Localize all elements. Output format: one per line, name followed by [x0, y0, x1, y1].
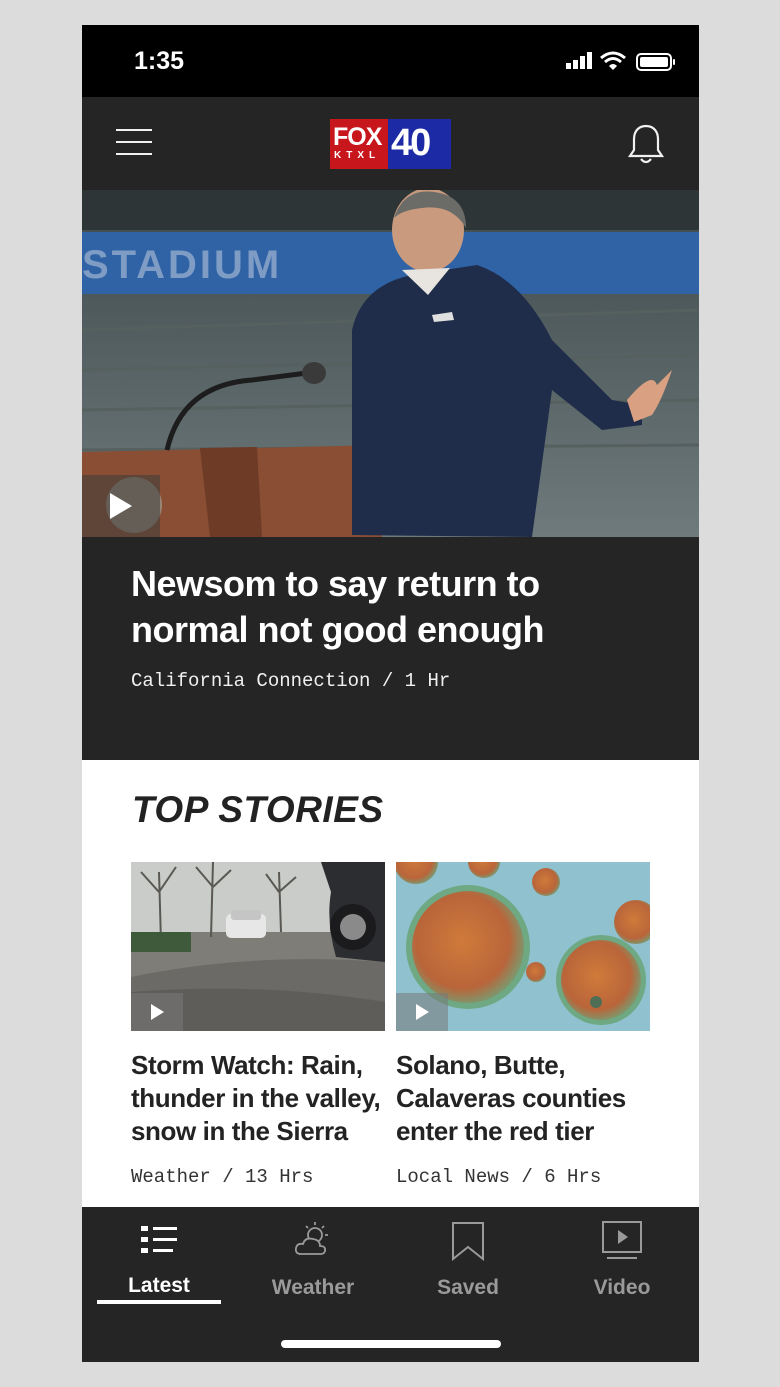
tab-latest[interactable]: Latest [94, 1219, 224, 1309]
svg-text:STADIUM: STADIUM [82, 243, 282, 287]
tab-weather[interactable]: Weather [248, 1219, 378, 1309]
hero-photo: STADIUM [82, 190, 699, 537]
tab-label: Weather [271, 1276, 355, 1299]
tab-saved[interactable]: Saved [403, 1219, 533, 1309]
tab-label: Latest [128, 1274, 190, 1297]
hamburger-menu-icon[interactable] [116, 129, 152, 159]
active-tab-indicator [97, 1300, 221, 1304]
bookmark-icon [452, 1222, 484, 1261]
play-icon [151, 1004, 164, 1020]
logo-callsign: KTXL [334, 150, 381, 161]
hero-image[interactable]: STADIUM [82, 190, 699, 537]
story-title[interactable]: Storm Watch: Rain, thunder in the valley… [131, 1049, 385, 1148]
story-meta: Local News / 6 Hrs [396, 1166, 602, 1188]
story-card-red-tier[interactable]: Solano, Butte, Calaveras counties enter … [396, 862, 650, 1188]
story-thumbnail [396, 862, 650, 1031]
story-title[interactable]: Solano, Butte, Calaveras counties enter … [396, 1049, 650, 1148]
fox40-logo[interactable]: FOX KTXL 40 [330, 119, 451, 169]
tab-label: Saved [437, 1276, 499, 1299]
story-play-button[interactable] [396, 993, 448, 1031]
logo-fox-block: FOX KTXL [330, 119, 388, 169]
home-indicator[interactable] [281, 1340, 501, 1348]
tab-video[interactable]: Video [557, 1219, 687, 1309]
hero-meta: California Connection / 1 Hr [131, 670, 451, 692]
phone-screen: 1:35 FOX KTXL 40 STADIUM Newsom to say r… [82, 25, 699, 1362]
status-bar: 1:35 [82, 25, 699, 97]
app-header: FOX KTXL 40 [82, 97, 699, 190]
logo-fox-text: FOX [333, 123, 382, 151]
notification-bell-icon[interactable] [628, 123, 664, 165]
list-icon [141, 1226, 177, 1253]
wifi-icon [600, 51, 626, 70]
hero-story: Newsom to say return to normal not good … [82, 537, 699, 760]
tab-label: Video [593, 1276, 651, 1299]
play-icon [110, 493, 132, 519]
status-time: 1:35 [134, 47, 185, 75]
bottom-tab-bar: Latest Weather Saved Video [82, 1207, 699, 1362]
video-icon [602, 1221, 642, 1259]
play-icon [416, 1004, 429, 1020]
logo-channel-number: 40 [391, 122, 431, 164]
story-thumbnail [131, 862, 385, 1031]
weather-icon [294, 1222, 328, 1255]
hero-headline[interactable]: Newsom to say return to normal not good … [131, 561, 661, 653]
story-meta: Weather / 13 Hrs [131, 1166, 314, 1188]
signal-icon [566, 52, 592, 69]
battery-icon [636, 53, 675, 71]
top-stories-heading: TOP STORIES [132, 789, 384, 830]
story-card-storm[interactable]: Storm Watch: Rain, thunder in the valley… [131, 862, 385, 1188]
story-play-button[interactable] [131, 993, 183, 1031]
video-play-button[interactable] [82, 475, 160, 537]
logo-channel-block: 40 [388, 119, 451, 169]
